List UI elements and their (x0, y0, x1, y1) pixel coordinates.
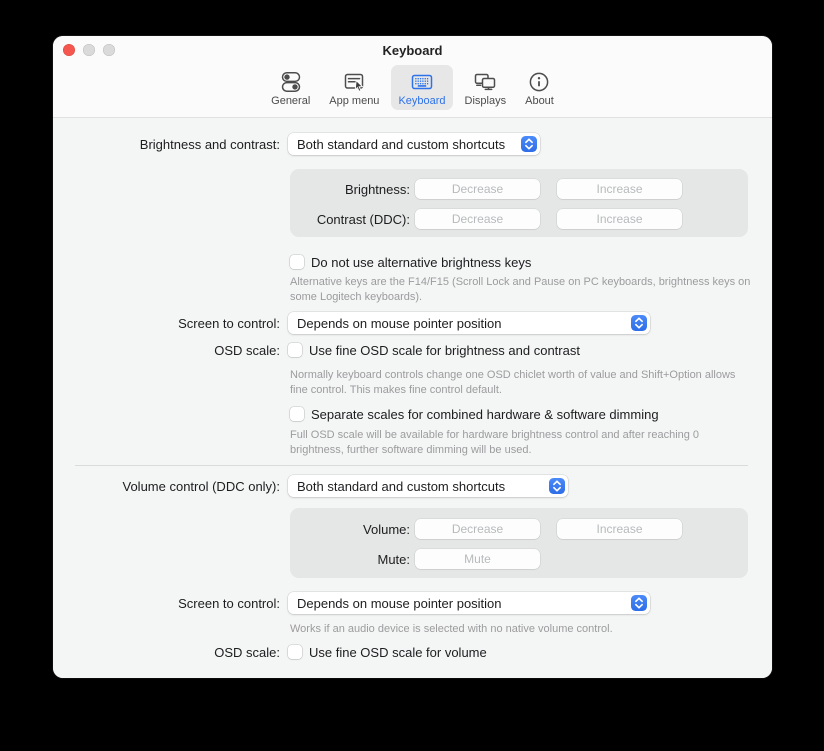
tab-general-label: General (271, 95, 310, 107)
brightness-decrease-button[interactable]: Decrease (415, 179, 540, 199)
popup-stepper-icon (631, 595, 647, 611)
tab-about[interactable]: About (518, 65, 561, 110)
window-title: Keyboard (53, 36, 772, 65)
brightness-contrast-label: Brightness and contrast: (53, 137, 280, 152)
screen-to-control-volume-label: Screen to control: (53, 596, 280, 611)
traffic-lights (63, 44, 115, 56)
tab-app-menu-label: App menu (329, 95, 379, 107)
volume-row-label: Volume: (290, 522, 410, 537)
screen-to-control-volume-value: Depends on mouse pointer position (297, 596, 502, 611)
keyboard-pane: Brightness and contrast: Both standard a… (53, 118, 772, 678)
info-icon (526, 69, 552, 95)
preferences-window: Keyboard General (53, 36, 772, 678)
zoom-button[interactable] (103, 44, 115, 56)
keyboard-icon (409, 69, 435, 95)
volume-shortcuts-group: Volume: Decrease Increase Mute: Mute (290, 508, 748, 578)
screen-to-control-value: Depends on mouse pointer position (297, 316, 502, 331)
displays-icon (472, 69, 498, 95)
osd-scale-label: OSD scale: (53, 343, 280, 358)
separate-scales-checkbox[interactable] (290, 407, 304, 421)
brightness-increase-button[interactable]: Increase (557, 179, 682, 199)
tab-displays[interactable]: Displays (458, 65, 514, 110)
screen-to-control-volume-help: Works if an audio device is selected wit… (290, 622, 755, 637)
contrast-decrease-button[interactable]: Decrease (415, 209, 540, 229)
fine-osd-volume-label: Use fine OSD scale for volume (309, 645, 487, 660)
brightness-mode-dropdown[interactable]: Both standard and custom shortcuts (288, 133, 540, 155)
brightness-mode-value: Both standard and custom shortcuts (297, 137, 505, 152)
volume-mode-value: Both standard and custom shortcuts (297, 479, 505, 494)
brightness-shortcuts-group: Brightness: Decrease Increase Contrast (… (290, 169, 748, 237)
titlebar: Keyboard (53, 36, 772, 64)
tab-app-menu[interactable]: App menu (322, 65, 386, 110)
menu-cursor-icon (341, 69, 367, 95)
fine-osd-brightness-checkbox[interactable] (288, 343, 302, 357)
separate-scales-label: Separate scales for combined hardware & … (311, 407, 659, 422)
volume-decrease-button[interactable]: Decrease (415, 519, 540, 539)
separate-scales-help: Full OSD scale will be available for har… (290, 428, 755, 458)
mute-button[interactable]: Mute (415, 549, 540, 569)
osd-scale-volume-label: OSD scale: (53, 645, 280, 660)
contrast-row-label: Contrast (DDC): (290, 212, 410, 227)
screen-to-control-dropdown[interactable]: Depends on mouse pointer position (288, 312, 650, 334)
alt-brightness-keys-help: Alternative keys are the F14/F15 (Scroll… (290, 275, 755, 305)
volume-increase-button[interactable]: Increase (557, 519, 682, 539)
tab-about-label: About (525, 95, 554, 107)
contrast-increase-button[interactable]: Increase (557, 209, 682, 229)
popup-stepper-icon (549, 478, 565, 494)
mute-row-label: Mute: (290, 552, 410, 567)
popup-stepper-icon (521, 136, 537, 152)
popup-stepper-icon (631, 315, 647, 331)
fine-osd-volume-checkbox[interactable] (288, 645, 302, 659)
screen-to-control-label: Screen to control: (53, 316, 280, 331)
brightness-row-label: Brightness: (290, 182, 410, 197)
fine-osd-brightness-label: Use fine OSD scale for brightness and co… (309, 343, 580, 358)
tab-general[interactable]: General (264, 65, 317, 110)
alt-brightness-keys-label: Do not use alternative brightness keys (311, 255, 531, 270)
close-button[interactable] (63, 44, 75, 56)
tab-keyboard[interactable]: Keyboard (391, 65, 452, 110)
minimize-button[interactable] (83, 44, 95, 56)
fine-osd-brightness-help: Normally keyboard controls change one OS… (290, 368, 755, 398)
screen-to-control-volume-dropdown[interactable]: Depends on mouse pointer position (288, 592, 650, 614)
tab-displays-label: Displays (465, 95, 507, 107)
toggles-icon (278, 69, 304, 95)
volume-mode-dropdown[interactable]: Both standard and custom shortcuts (288, 475, 568, 497)
alt-brightness-keys-checkbox[interactable] (290, 255, 304, 269)
toolbar: General App menu (53, 64, 772, 118)
section-divider (75, 465, 748, 466)
volume-control-label: Volume control (DDC only): (53, 479, 280, 494)
tab-keyboard-label: Keyboard (398, 95, 445, 107)
